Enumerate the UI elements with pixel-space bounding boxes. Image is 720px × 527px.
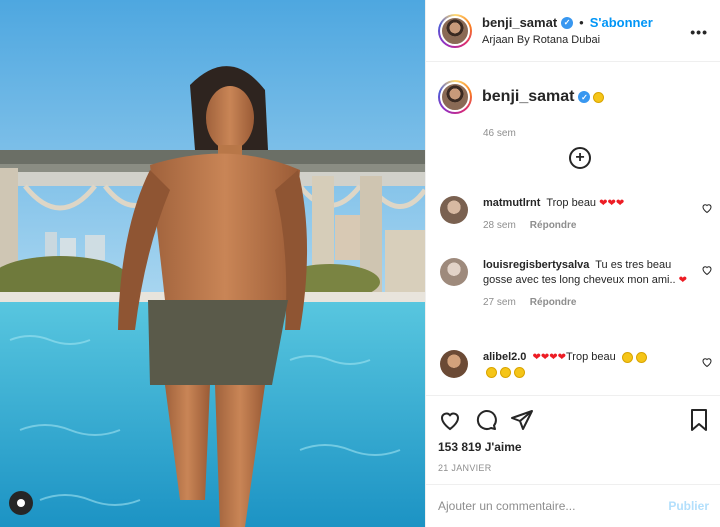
reply-button[interactable]: Répondre (530, 297, 577, 308)
like-comment-heart-icon[interactable] (701, 202, 713, 214)
comment-time[interactable]: 28 sem (483, 220, 516, 231)
commenter-avatar[interactable] (440, 350, 468, 378)
commenter-avatar[interactable] (440, 196, 468, 224)
pool-photo-illustration (0, 0, 425, 527)
laughing-emoji-icon (635, 351, 647, 363)
heart-emoji-icon: ❤❤❤❤ (532, 352, 566, 363)
comment-text: Trop beau (566, 351, 616, 363)
likes-count[interactable]: 153 819 J'aime (438, 440, 522, 454)
comment-time[interactable]: 27 sem (483, 297, 516, 308)
reply-button[interactable]: Répondre (530, 220, 577, 231)
post-caption: benji_samat ✓ (426, 62, 720, 114)
comment-username[interactable]: alibel2.0 (483, 351, 526, 363)
grin-emoji-icon (593, 91, 605, 103)
comment-username[interactable]: louisregisbertysalva (483, 259, 589, 271)
author-avatar[interactable] (438, 13, 472, 48)
comment-input[interactable] (438, 499, 669, 513)
comment-username[interactable]: matmutlrnt (483, 197, 540, 209)
separator-dot: • (579, 15, 584, 30)
comment-item: alibel2.0 ❤❤❤❤Trop beau (438, 350, 713, 380)
laughing-emoji-icon (514, 366, 525, 378)
comment-icon[interactable] (474, 408, 498, 432)
heart-icon[interactable] (438, 408, 462, 432)
bookmark-icon[interactable] (687, 408, 711, 432)
like-comment-heart-icon[interactable] (701, 356, 713, 368)
author-username[interactable]: benji_samat (482, 15, 557, 30)
laughing-emoji-icon (500, 366, 511, 378)
like-comment-heart-icon[interactable] (701, 264, 713, 276)
verified-badge-icon: ✓ (561, 16, 574, 29)
laughing-emoji-icon (486, 366, 497, 378)
post-date[interactable]: 21 JANVIER (438, 463, 492, 473)
comment-text: Trop beau (546, 197, 597, 209)
action-bar (426, 395, 720, 445)
commenter-avatar[interactable] (440, 258, 468, 286)
heart-emoji-icon: ❤❤❤ (599, 198, 625, 209)
post-location[interactable]: Arjaan By Rotana Dubai (482, 34, 653, 46)
heart-emoji-icon: ❤ (678, 275, 688, 286)
laughing-emoji-icon (621, 351, 633, 363)
more-options-icon[interactable]: ••• (690, 24, 708, 40)
caption-timestamp[interactable]: 46 sem (483, 128, 720, 139)
tagged-user-icon[interactable] (9, 491, 33, 515)
post-panel: benji_samat ✓ • S'abonner Arjaan By Rota… (425, 0, 720, 527)
post-photo[interactable] (0, 0, 425, 527)
caption-username[interactable]: benji_samat (482, 88, 574, 106)
comment-item: matmutlrnt Trop beau ❤❤❤ 28 sem Répondre (438, 196, 713, 231)
verified-badge-icon: ✓ (578, 91, 591, 103)
caption-author-avatar[interactable] (438, 80, 472, 114)
comment-item: louisregisbertysalva Tu es tres beau gos… (438, 258, 713, 308)
post-header: benji_samat ✓ • S'abonner Arjaan By Rota… (426, 0, 720, 62)
comment-composer: Publier (426, 484, 720, 527)
paper-plane-icon[interactable] (510, 408, 534, 432)
publish-button[interactable]: Publier (668, 499, 709, 513)
follow-button[interactable]: S'abonner (590, 15, 653, 30)
plus-circle-icon[interactable]: + (569, 147, 591, 169)
